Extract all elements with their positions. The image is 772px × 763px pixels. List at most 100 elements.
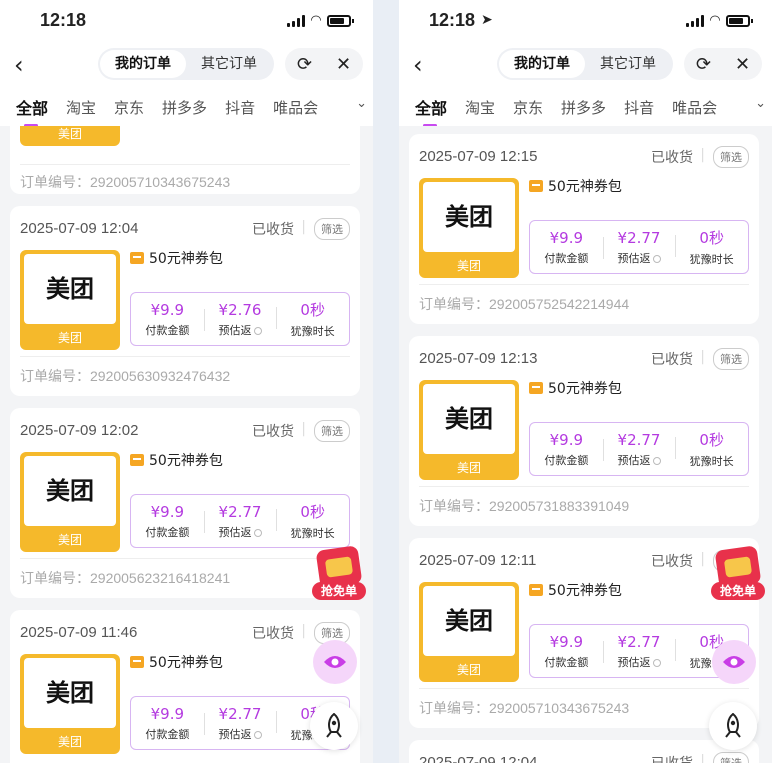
help-icon[interactable] [253,730,262,739]
tab-pdd[interactable]: 拼多多 [561,97,606,118]
filter-button[interactable]: 筛选 [314,420,350,442]
tab-taobao[interactable]: 淘宝 [465,97,495,118]
estimated-rebate: ¥2.77 预估返 [602,633,676,670]
order-card[interactable]: 2025-07-09 12:15 已收货 筛选 美团 美团 50元神券包 ¥9.… [409,134,759,324]
order-card[interactable]: 2025-07-09 12:13 已收货 筛选 美团 美团 50元神券包 ¥9.… [409,336,759,526]
order-card[interactable]: 2025-07-09 12:11 已收货 筛选 美团 美团 50元神券包 ¥9.… [409,538,759,728]
tab-taobao[interactable]: 淘宝 [66,97,96,118]
order-header: 2025-07-09 11:46 已收货 筛选 [20,622,350,644]
help-icon[interactable] [253,528,262,537]
close-icon[interactable]: ✕ [735,54,750,75]
estimated-rebate: ¥2.77 预估返 [602,229,676,266]
signal-icon [686,14,704,27]
tab-vip[interactable]: 唯品会 [273,97,318,118]
store-logo-caption: 美团 [57,533,82,547]
order-date: 2025-07-09 12:04 [20,220,139,237]
tab-vip[interactable]: 唯品会 [672,97,717,118]
free-order-fab[interactable]: 抢免单 [312,545,366,606]
filter-button[interactable]: 筛选 [713,752,749,763]
pay-amount: ¥9.9 付款金额 [544,430,589,467]
store-logo-caption: 美团 [456,461,481,475]
coupon-icon [529,180,543,192]
status-time: 12:18 [429,10,476,30]
filter-button[interactable]: 筛选 [713,348,749,370]
product-title[interactable]: 50元神券包 [529,580,622,600]
rocket-icon [725,712,741,738]
filter-button[interactable]: 筛选 [314,218,350,240]
nav-bar: ‹ 我的订单 其它订单 ⟳ ✕ [399,44,772,88]
product-title[interactable]: 50元神券包 [529,176,622,196]
order-stats: ¥9.9付款金额 ¥2.77预估返 0秒犹豫时长 [529,422,749,476]
order-date: 2025-07-09 12:02 [20,422,139,439]
refresh-icon[interactable]: ⟳ [297,54,312,75]
order-card[interactable]: 2025-07-09 12:02 已收货 筛选 美团 美团 50元神券包 ¥9.… [10,408,360,598]
tab-all[interactable]: 全部 [415,95,447,126]
tab-douyin[interactable]: 抖音 [624,97,654,118]
wifi-icon: ◠ [311,13,321,28]
order-date: 2025-07-09 12:04 [419,754,538,763]
tab-my-orders[interactable]: 我的订单 [499,50,585,78]
order-date: 2025-07-09 12:15 [419,148,538,165]
store-logo: 美团 美团 [419,380,519,480]
product-title[interactable]: 50元神券包 [130,652,223,672]
platform-tabs: 全部 淘宝 京东 拼多多 抖音 唯品会 ⌄ [399,88,772,126]
status-bar: 12:18 ➤ ◠ [399,0,772,44]
tab-pdd[interactable]: 拼多多 [162,97,207,118]
order-number: 订单编号：292005752542214944 [419,296,630,312]
close-icon[interactable]: ✕ [336,54,351,75]
coupon-icon [130,454,144,466]
order-status: 已收货 [252,623,306,643]
tab-my-orders[interactable]: 我的订单 [100,50,186,78]
store-logo-caption: 美团 [456,663,481,677]
phone-screen-left: 美团 美团 订单编号：292005710343675243 2025-07-09… [0,0,373,763]
help-icon[interactable] [253,326,262,335]
estimated-rebate: ¥2.77 预估返 [602,431,676,468]
order-card[interactable]: 2025-07-09 11:46 已收货 筛选 美团 美团 50元神券包 ¥9.… [10,610,360,763]
nav-bar: ‹ 我的订单 其它订单 ⟳ ✕ [0,44,373,88]
rocket-fab[interactable] [709,702,757,750]
tab-all[interactable]: 全部 [16,95,48,126]
tab-jd[interactable]: 京东 [114,97,144,118]
order-date: 2025-07-09 12:13 [419,350,538,367]
order-card[interactable]: 美团 美团 订单编号：292005710343675243 [10,126,360,194]
rocket-fab[interactable] [310,702,358,750]
order-header: 2025-07-09 12:15 已收货 筛选 [419,146,749,168]
back-button[interactable]: ‹ [14,50,24,80]
coupon-icon [529,584,543,596]
battery-icon [327,14,354,27]
tab-other-orders[interactable]: 其它订单 [585,50,671,78]
store-logo-caption: 美团 [57,735,82,749]
order-status: 已收货 [651,551,705,571]
help-icon[interactable] [652,658,661,667]
refresh-icon[interactable]: ⟳ [696,54,711,75]
order-card[interactable]: 2025-07-09 12:04 已收货 筛选 美团 美团 50元神券包 ¥9.… [10,206,360,396]
product-title[interactable]: 50元神券包 [130,450,223,470]
store-logo-text: 美团 [24,658,116,728]
order-number: 订单编号：292005710343675243 [20,174,231,190]
pay-amount: ¥9.9 付款金额 [544,228,589,265]
help-icon[interactable] [652,254,661,263]
coupon-icon [529,382,543,394]
store-logo: 美团 美团 [20,126,120,146]
order-card[interactable]: 2025-07-09 12:04 已收货 筛选 [409,740,759,763]
filter-button[interactable]: 筛选 [713,146,749,168]
order-status: 已收货 [651,753,705,763]
tab-douyin[interactable]: 抖音 [225,97,255,118]
order-stats: ¥9.9付款金额 ¥2.77预估返 0秒犹豫时长 [529,220,749,274]
hesitation-time: 0秒犹豫时长 [276,501,349,541]
chevron-down-icon[interactable]: ⌄ [352,96,367,111]
help-icon[interactable] [652,456,661,465]
eye-fab[interactable] [313,640,357,684]
back-button[interactable]: ‹ [413,50,423,80]
eye-fab[interactable] [712,640,756,684]
order-stats: ¥9.9付款金额 ¥2.77预估返 0秒犹豫时长 [130,494,350,548]
product-title[interactable]: 50元神券包 [130,248,223,268]
tab-other-orders[interactable]: 其它订单 [186,50,272,78]
wifi-icon: ◠ [710,13,720,28]
order-number: 订单编号：292005623216418241 [20,570,231,586]
tab-jd[interactable]: 京东 [513,97,543,118]
coupon-icon [130,656,144,668]
chevron-down-icon[interactable]: ⌄ [751,96,766,111]
free-order-fab[interactable]: 抢免单 [711,545,765,606]
product-title[interactable]: 50元神券包 [529,378,622,398]
